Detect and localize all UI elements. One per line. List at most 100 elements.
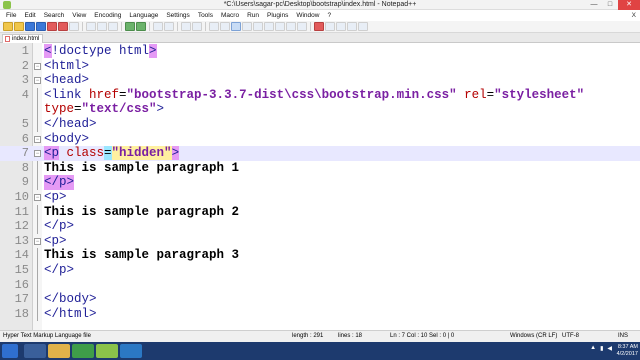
code-text: <!doctype html> — [44, 44, 157, 59]
folder-workspace-icon[interactable] — [297, 22, 307, 31]
line-number: 1 — [21, 44, 29, 58]
menu-view[interactable]: View — [68, 10, 90, 21]
menu-edit[interactable]: Edit — [20, 10, 39, 21]
code-line: 2 − <html> — [0, 59, 640, 74]
title-bar: *C:\Users\sagar-pc\Desktop\bootstrap\ind… — [0, 0, 640, 10]
code-text: <link href="bootstrap-3.3.7-dist\css\boo… — [44, 88, 584, 103]
code-line: 6 − <body> — [0, 132, 640, 147]
menu-tools[interactable]: Tools — [194, 10, 217, 21]
close-document-button[interactable]: X — [628, 10, 640, 21]
unsaved-file-icon — [5, 36, 10, 42]
sync-vertical-icon[interactable] — [209, 22, 219, 31]
code-line-wrapped: type="text/css"> — [0, 102, 640, 117]
code-token: type — [44, 102, 75, 117]
code-line: 13 − <p> — [0, 234, 640, 249]
tray-network-icon[interactable]: ▮ — [600, 345, 603, 352]
menu-file[interactable]: File — [2, 10, 20, 21]
fold-collapse-icon[interactable]: − — [34, 150, 41, 158]
taskbar-notepadpp-icon[interactable] — [96, 344, 118, 358]
user-language-icon[interactable] — [264, 22, 274, 31]
code-line: 16 — [0, 277, 640, 293]
line-number: 4 — [21, 87, 29, 102]
print-icon[interactable] — [69, 22, 79, 31]
taskbar-app-f-icon[interactable] — [120, 344, 142, 358]
function-list-icon[interactable] — [286, 22, 296, 31]
menu-search[interactable]: Search — [40, 10, 69, 21]
show-all-chars-icon[interactable] — [242, 22, 252, 31]
menu-settings[interactable]: Settings — [162, 10, 194, 21]
doc-map-icon[interactable] — [275, 22, 285, 31]
code-line: 17 </body> — [0, 292, 640, 307]
code-text: </head> — [44, 117, 97, 131]
menu-help[interactable]: ? — [323, 10, 335, 21]
play-macro-icon[interactable] — [336, 22, 346, 31]
stop-macro-icon[interactable] — [325, 22, 335, 31]
fold-collapse-icon[interactable]: − — [34, 237, 41, 245]
copy-icon[interactable] — [97, 22, 107, 31]
fold-collapse-icon[interactable]: − — [34, 135, 41, 143]
start-button-icon[interactable] — [2, 344, 18, 358]
paste-icon[interactable] — [108, 22, 118, 31]
undo-icon[interactable] — [125, 22, 135, 31]
code-text: <head> — [44, 73, 90, 88]
zoom-out-icon[interactable] — [192, 22, 202, 31]
indent-guide-icon[interactable] — [253, 22, 263, 31]
line-number: 17 — [14, 292, 29, 307]
record-macro-icon[interactable] — [314, 22, 324, 31]
tab-index-html[interactable]: index.html — [2, 34, 44, 43]
save-icon[interactable] — [25, 22, 35, 31]
code-text: <p class="hidden"> — [44, 146, 180, 161]
code-token: = — [486, 87, 495, 102]
taskbar-chrome-icon[interactable] — [72, 344, 94, 358]
code-line: 10 − <p> — [0, 190, 640, 205]
save-macro-icon[interactable] — [358, 22, 368, 31]
code-text: <body> — [44, 131, 90, 146]
taskbar-clock[interactable]: 8:37 AM 4/2/2017 — [617, 344, 638, 358]
menu-language[interactable]: Language — [125, 10, 162, 21]
code-text: </p> — [44, 175, 75, 190]
close-button[interactable]: ✕ — [618, 0, 640, 10]
fold-collapse-icon[interactable]: − — [34, 77, 41, 85]
minimize-button[interactable]: — — [586, 0, 602, 10]
close-file-icon[interactable] — [47, 22, 57, 31]
maximize-button[interactable]: □ — [602, 0, 618, 10]
redo-icon[interactable] — [136, 22, 146, 31]
open-file-icon[interactable] — [14, 22, 24, 31]
tray-up-arrow-icon[interactable]: ▲ — [590, 345, 596, 352]
save-all-icon[interactable] — [36, 22, 46, 31]
close-all-icon[interactable] — [58, 22, 68, 31]
menu-encoding[interactable]: Encoding — [90, 10, 125, 21]
taskbar-explorer-icon[interactable] — [48, 344, 70, 358]
tray-volume-icon[interactable]: ◀ — [607, 345, 612, 352]
run-macro-icon[interactable] — [347, 22, 357, 31]
code-line-current: 7 − <p class="hidden"> — [0, 146, 640, 161]
code-token: = — [119, 87, 127, 102]
fold-guide — [37, 292, 38, 307]
fold-collapse-icon[interactable]: − — [34, 194, 41, 201]
line-number: 6 — [21, 131, 29, 146]
taskbar-ie-icon[interactable] — [24, 344, 46, 358]
code-text: This is sample paragraph 2 — [44, 204, 240, 219]
code-token: !doctype html — [51, 44, 150, 58]
cut-icon[interactable] — [86, 22, 96, 31]
menu-plugins[interactable]: Plugins — [263, 10, 292, 21]
line-number: 7 — [21, 146, 29, 161]
zoom-in-icon[interactable] — [181, 22, 191, 31]
code-line: 14 This is sample paragraph 3 — [0, 248, 640, 263]
line-number: 11 — [14, 204, 29, 219]
menu-window[interactable]: Window — [292, 10, 323, 21]
sync-horizontal-icon[interactable] — [220, 22, 230, 31]
find-icon[interactable] — [153, 22, 163, 31]
code-editor[interactable]: 1 <!doctype html> 2 − <html> 3 − <head> … — [0, 43, 640, 330]
menu-macro[interactable]: Macro — [217, 10, 243, 21]
menu-run[interactable]: Run — [243, 10, 263, 21]
code-text: </p> — [44, 263, 75, 277]
fold-collapse-icon[interactable]: − — [34, 62, 41, 70]
window-title: *C:\Users\sagar-pc\Desktop\bootstrap\ind… — [223, 1, 417, 8]
word-wrap-icon[interactable] — [231, 22, 241, 31]
fold-guide — [37, 306, 38, 322]
replace-icon[interactable] — [164, 22, 174, 31]
new-file-icon[interactable] — [3, 22, 13, 31]
line-number: 3 — [21, 73, 29, 88]
code-text: </body> — [44, 292, 97, 307]
